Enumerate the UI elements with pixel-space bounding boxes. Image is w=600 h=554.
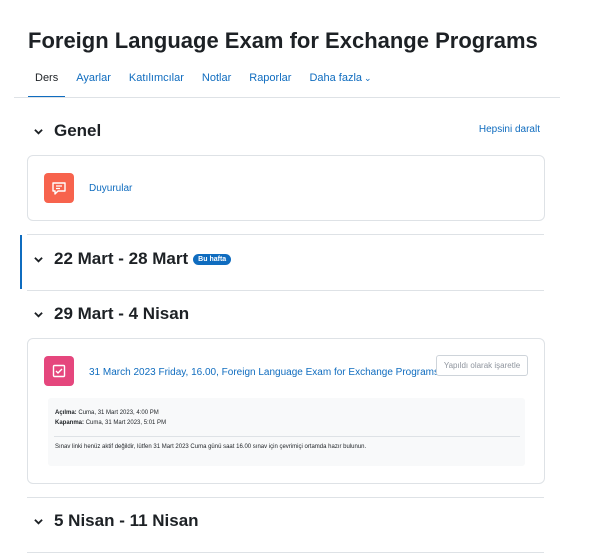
tab-raporlar[interactable]: Raporlar	[240, 70, 300, 98]
chevron-down-icon	[34, 256, 43, 263]
tab-ders[interactable]: Ders	[26, 70, 67, 98]
tab-more-label: Daha fazla	[309, 72, 363, 84]
chevron-down-icon	[34, 128, 43, 135]
chevron-down-icon	[34, 311, 43, 318]
activity-card-announcements: Duyurular	[27, 155, 545, 221]
section-title: Genel	[54, 121, 102, 140]
tabs-divider	[14, 97, 560, 98]
activity-description: Sınav linki henüz aktif değildir, lütfen…	[55, 444, 367, 450]
forum-icon[interactable]	[44, 173, 74, 203]
open-label: Açılma:	[55, 410, 77, 416]
chevron-down-icon	[34, 518, 43, 525]
section-week3-toggle[interactable]: 5 Nisan - 11 Nisan	[34, 511, 199, 531]
quiz-icon[interactable]	[44, 356, 74, 386]
tab-notlar[interactable]: Notlar	[193, 70, 240, 98]
chevron-down-icon: ⌄	[364, 73, 372, 83]
close-date: Kapanma: Cuma, 31 Mart 2023, 5:01 PM	[55, 420, 166, 426]
section-title: 5 Nisan - 11 Nisan	[54, 511, 199, 530]
page-title: Foreign Language Exam for Exchange Progr…	[28, 28, 538, 53]
section-divider	[27, 234, 544, 235]
activity-link[interactable]: Duyurular	[89, 183, 132, 194]
section-week2-toggle[interactable]: 29 Mart - 4 Nisan	[34, 304, 189, 324]
section-title: 22 Mart - 28 Mart	[54, 249, 189, 268]
course-nav-tabs: Ders Ayarlar Katılımcılar Notlar Raporla…	[26, 70, 381, 98]
open-value: Cuma, 31 Mart 2023, 4:00 PM	[78, 410, 159, 416]
this-week-badge: Bu hafta	[193, 253, 232, 265]
current-week-indicator	[20, 235, 22, 289]
section-week1-toggle[interactable]: 22 Mart - 28 Mart Bu hafta	[34, 249, 232, 269]
tab-more[interactable]: Daha fazla ⌄	[300, 70, 380, 98]
tab-ayarlar[interactable]: Ayarlar	[67, 70, 120, 98]
close-value: Cuma, 31 Mart 2023, 5:01 PM	[85, 420, 167, 426]
section-divider	[27, 290, 544, 291]
open-date: Açılma: Cuma, 31 Mart 2023, 4:00 PM	[55, 410, 159, 416]
tab-katilimcilar[interactable]: Katılımcılar	[120, 70, 193, 98]
section-divider	[27, 497, 544, 498]
close-label: Kapanma:	[55, 420, 85, 426]
dates-divider	[54, 436, 520, 437]
mark-done-button[interactable]: Yapıldı olarak işaretle	[436, 355, 528, 376]
activity-dates: Açılma: Cuma, 31 Mart 2023, 4:00 PM Kapa…	[48, 398, 525, 466]
section-general-toggle[interactable]: Genel	[34, 121, 101, 141]
section-title: 29 Mart - 4 Nisan	[54, 304, 190, 323]
collapse-all-link[interactable]: Hepsini daralt	[479, 124, 540, 135]
activity-link[interactable]: 31 March 2023 Friday, 16.00, Foreign Lan…	[89, 367, 439, 378]
section-divider	[27, 552, 544, 553]
